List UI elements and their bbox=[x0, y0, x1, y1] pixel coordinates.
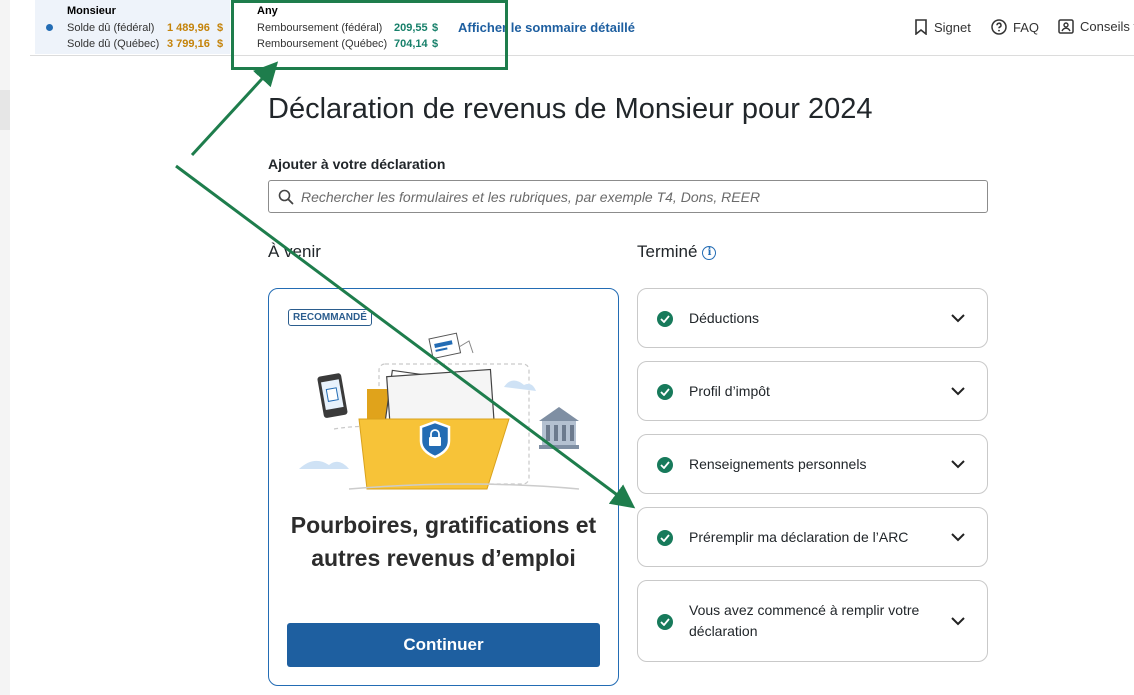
recommended-badge: RECOMMANDÉ bbox=[288, 309, 372, 326]
faq-label: FAQ bbox=[1013, 19, 1040, 35]
completed-item-started-return[interactable]: Vous avez commencé à remplir votre décla… bbox=[637, 580, 988, 662]
completed-item-label: Profil d’impôt bbox=[689, 383, 770, 399]
tips-icon bbox=[1058, 19, 1074, 34]
chevron-down-icon bbox=[951, 533, 965, 542]
completed-item-tax-profile[interactable]: Profil d’impôt bbox=[637, 361, 988, 421]
folder-illustration bbox=[299, 332, 580, 490]
chevron-down-icon bbox=[951, 387, 965, 396]
quebec-balance-row: Solde dû (Québec) 3 799,16 $ bbox=[67, 38, 223, 50]
check-circle-icon bbox=[657, 457, 673, 473]
search-icon bbox=[278, 189, 294, 205]
balance-amount: 1 489,96 bbox=[167, 22, 210, 34]
check-circle-icon bbox=[657, 384, 673, 400]
left-sidebar-edge bbox=[0, 0, 10, 695]
faq-button[interactable]: FAQ bbox=[991, 19, 1039, 35]
bookmark-label: Signet bbox=[934, 19, 971, 35]
completed-item-deductions[interactable]: Déductions bbox=[637, 288, 988, 348]
add-to-return-label: Ajouter à votre déclaration bbox=[268, 156, 446, 172]
bookmark-button[interactable]: Signet bbox=[914, 19, 971, 35]
federal-balance-row: Solde dû (fédéral) 1 489,96 $ bbox=[67, 22, 223, 34]
info-icon[interactable]: i bbox=[702, 245, 717, 260]
completed-item-label: Préremplir ma déclaration de l’ARC bbox=[689, 529, 909, 545]
completed-item-personal-info[interactable]: Renseignements personnels bbox=[637, 434, 988, 494]
active-person-dot-icon bbox=[46, 24, 53, 31]
chevron-down-icon bbox=[951, 617, 965, 626]
done-heading: Terminé bbox=[637, 242, 698, 261]
recommended-card: RECOMMANDÉ Pourboires, gratifications et… bbox=[268, 288, 619, 686]
completed-item-label: Déductions bbox=[689, 310, 760, 326]
annotation-arrow-up bbox=[190, 61, 279, 157]
tips-button[interactable]: Conseils f bbox=[1058, 19, 1134, 34]
annotation-highlight-box bbox=[231, 0, 508, 70]
balance-currency: $ bbox=[217, 22, 224, 34]
upcoming-heading: À venir bbox=[268, 242, 321, 261]
check-circle-icon bbox=[657, 614, 673, 630]
balance-label: Solde dû (fédéral) bbox=[67, 22, 155, 34]
check-circle-icon bbox=[657, 530, 673, 546]
chevron-down-icon bbox=[951, 460, 965, 469]
chevron-down-icon bbox=[951, 314, 965, 323]
tips-label: Conseils f bbox=[1080, 19, 1134, 34]
recommended-card-title: Pourboires, gratifications et autres rev… bbox=[290, 512, 597, 571]
balance-label: Solde dû (Québec) bbox=[67, 38, 160, 50]
done-heading-wrap: Terminé i bbox=[637, 242, 717, 262]
completed-item-label: Vous avez commencé à remplir votre décla… bbox=[689, 602, 920, 639]
search-input[interactable] bbox=[301, 181, 971, 212]
balance-amount: 3 799,16 bbox=[167, 38, 210, 50]
bookmark-icon bbox=[915, 19, 927, 35]
balance-currency: $ bbox=[217, 38, 224, 50]
search-box[interactable] bbox=[268, 180, 988, 213]
person-summary-monsieur[interactable]: Monsieur Solde dû (fédéral) 1 489,96 $ S… bbox=[35, 0, 230, 54]
question-circle-icon bbox=[991, 19, 1007, 35]
check-circle-icon bbox=[657, 311, 673, 327]
continue-button[interactable]: Continuer bbox=[287, 623, 600, 667]
completed-item-auto-fill[interactable]: Préremplir ma déclaration de l’ARC bbox=[637, 507, 988, 567]
sidebar-block bbox=[0, 90, 10, 130]
completed-item-label: Renseignements personnels bbox=[689, 456, 867, 472]
page-title: Déclaration de revenus de Monsieur pour … bbox=[268, 93, 873, 125]
top-summary-bar: Monsieur Solde dû (fédéral) 1 489,96 $ S… bbox=[30, 0, 1134, 56]
person-name: Monsieur bbox=[67, 5, 116, 17]
